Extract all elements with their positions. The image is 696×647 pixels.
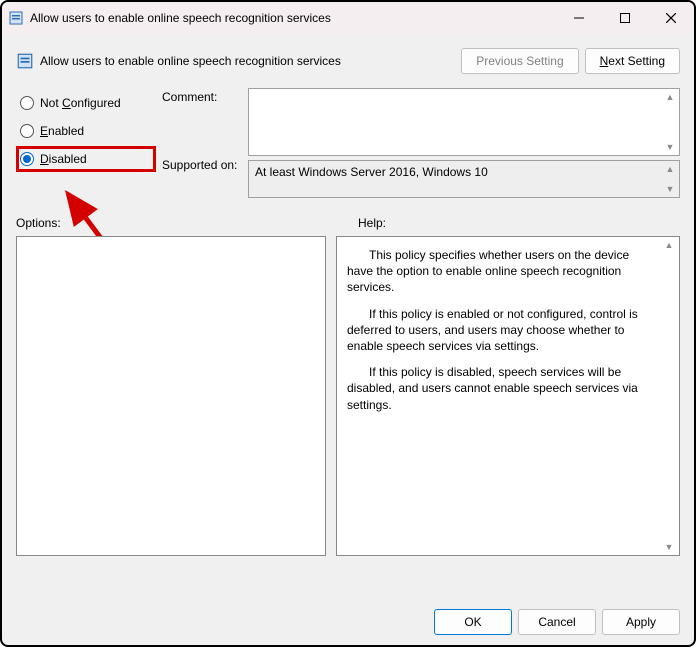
radio-label: Not Configured <box>40 96 121 110</box>
scroll-down-icon[interactable]: ▼ <box>661 540 677 554</box>
scroll-down-icon[interactable]: ▼ <box>662 140 678 154</box>
help-paragraph: If this policy is disabled, speech servi… <box>347 364 655 413</box>
options-label: Options: <box>16 216 348 230</box>
scroll-up-icon[interactable]: ▲ <box>662 162 678 176</box>
supported-on-label: Supported on: <box>162 156 242 198</box>
policy-header: Allow users to enable online speech reco… <box>16 42 680 80</box>
scroll-up-icon[interactable]: ▲ <box>662 90 678 104</box>
radio-enabled[interactable]: Enabled <box>16 118 156 144</box>
comment-textarea[interactable]: ▲ ▼ <box>248 88 680 156</box>
radio-icon <box>20 152 34 166</box>
supported-on-field: At least Windows Server 2016, Windows 10… <box>248 160 680 198</box>
help-paragraph: If this policy is enabled or not configu… <box>347 306 655 355</box>
close-button[interactable] <box>648 3 694 33</box>
supported-on-value: At least Windows Server 2016, Windows 10 <box>255 165 488 179</box>
scroll-down-icon[interactable]: ▼ <box>662 182 678 196</box>
apply-button[interactable]: Apply <box>602 609 680 635</box>
help-panel: This policy specifies whether users on t… <box>336 236 680 556</box>
previous-setting-button[interactable]: Previous Setting <box>461 48 578 74</box>
policy-icon <box>8 10 24 26</box>
window-title: Allow users to enable online speech reco… <box>30 11 331 25</box>
scrollbar[interactable]: ▲ ▼ <box>662 162 678 196</box>
dialog-footer: OK Cancel Apply <box>428 609 680 635</box>
scroll-up-icon[interactable]: ▲ <box>661 238 677 252</box>
maximize-button[interactable] <box>602 3 648 33</box>
scrollbar[interactable]: ▲ ▼ <box>662 90 678 154</box>
policy-name: Allow users to enable online speech reco… <box>40 54 341 68</box>
next-setting-button[interactable]: Next Setting <box>585 48 680 74</box>
radio-disabled[interactable]: Disabled <box>16 146 156 172</box>
titlebar: Allow users to enable online speech reco… <box>2 2 694 34</box>
minimize-button[interactable] <box>556 3 602 33</box>
scrollbar[interactable]: ▲ ▼ <box>661 238 677 554</box>
radio-icon <box>20 96 34 110</box>
radio-label: Disabled <box>40 152 87 166</box>
options-panel <box>16 236 326 556</box>
radio-icon <box>20 124 34 138</box>
ok-button[interactable]: OK <box>434 609 512 635</box>
comment-label: Comment: <box>162 88 242 156</box>
policy-icon <box>16 52 34 70</box>
radio-not-configured[interactable]: Not Configured <box>16 90 156 116</box>
cancel-button[interactable]: Cancel <box>518 609 596 635</box>
help-paragraph: This policy specifies whether users on t… <box>347 247 655 296</box>
help-label: Help: <box>348 216 680 230</box>
radio-label: Enabled <box>40 124 84 138</box>
